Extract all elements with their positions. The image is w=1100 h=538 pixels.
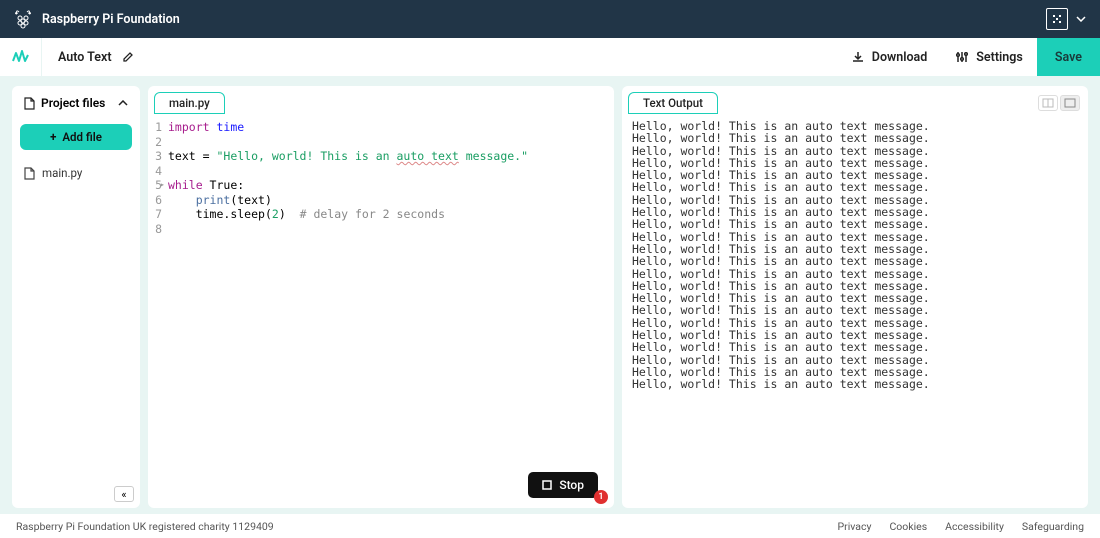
sidebar: Project files + Add file main.py « [12,86,140,508]
plus-icon: + [50,130,56,144]
file-name: main.py [42,166,82,180]
stop-button[interactable]: Stop [528,472,598,498]
footer-link-safeguarding[interactable]: Safeguarding [1022,520,1084,533]
topbar: Raspberry Pi Foundation [0,0,1100,38]
output-text[interactable]: Hello, world! This is an auto text messa… [622,114,1088,508]
stop-icon [542,480,552,490]
org-title: Raspberry Pi Foundation [42,12,180,27]
download-label: Download [872,50,928,65]
user-menu[interactable] [1046,8,1086,30]
code-area[interactable]: ▸ import time text = "Hello, world! This… [168,120,614,508]
save-button[interactable]: Save [1037,38,1100,76]
output-panel: Text Output Hello, world! This is an aut… [622,86,1088,508]
view-single-button[interactable] [1060,95,1080,111]
tab-main-py[interactable]: main.py [154,92,225,114]
view-split-button[interactable] [1038,95,1058,111]
footer-link-cookies[interactable]: Cookies [889,520,927,533]
footer: Raspberry Pi Foundation UK registered ch… [0,514,1100,538]
sidebar-header[interactable]: Project files [12,86,140,120]
collapse-sidebar-button[interactable]: « [114,486,134,502]
chevron-down-icon [1076,16,1086,22]
download-button[interactable]: Download [837,38,942,76]
file-icon [24,167,35,180]
download-icon [851,50,865,64]
sidebar-title: Project files [41,96,105,110]
code-editor[interactable]: 1 2 3 4 5 6 7 8 ▸ import time text = "He… [148,114,614,508]
editor-panel: main.py 1 2 3 4 5 6 7 8 ▸ import time te… [148,86,614,508]
footer-charity-text: Raspberry Pi Foundation UK registered ch… [16,520,274,533]
save-label: Save [1055,50,1082,65]
output-tab-label: Text Output [643,96,703,110]
footer-link-accessibility[interactable]: Accessibility [945,520,1004,533]
stop-label: Stop [559,478,584,492]
tab-label: main.py [169,96,210,110]
user-avatar-icon [1046,8,1068,30]
footer-link-privacy[interactable]: Privacy [838,520,872,533]
project-name: Auto Text [58,50,112,65]
tab-text-output[interactable]: Text Output [628,92,718,114]
settings-button[interactable]: Settings [941,38,1037,76]
add-file-button[interactable]: + Add file [20,124,132,150]
toolbar: Auto Text Download Settings Save [0,38,1100,76]
settings-label: Settings [976,50,1023,65]
settings-icon [955,50,969,64]
edit-name-icon[interactable] [122,51,134,63]
file-icon [24,97,35,110]
file-item-main[interactable]: main.py [12,158,140,188]
fold-icon[interactable]: ▸ [160,178,165,193]
chevron-up-icon [118,100,128,106]
editor-logo-icon[interactable] [0,38,42,76]
notification-badge[interactable]: 1 [594,490,608,504]
chevron-double-left-icon: « [121,488,126,501]
line-gutter: 1 2 3 4 5 6 7 8 [148,120,168,508]
add-file-label: Add file [62,130,102,144]
badge-count: 1 [598,492,603,502]
raspberry-logo-icon [14,9,32,29]
